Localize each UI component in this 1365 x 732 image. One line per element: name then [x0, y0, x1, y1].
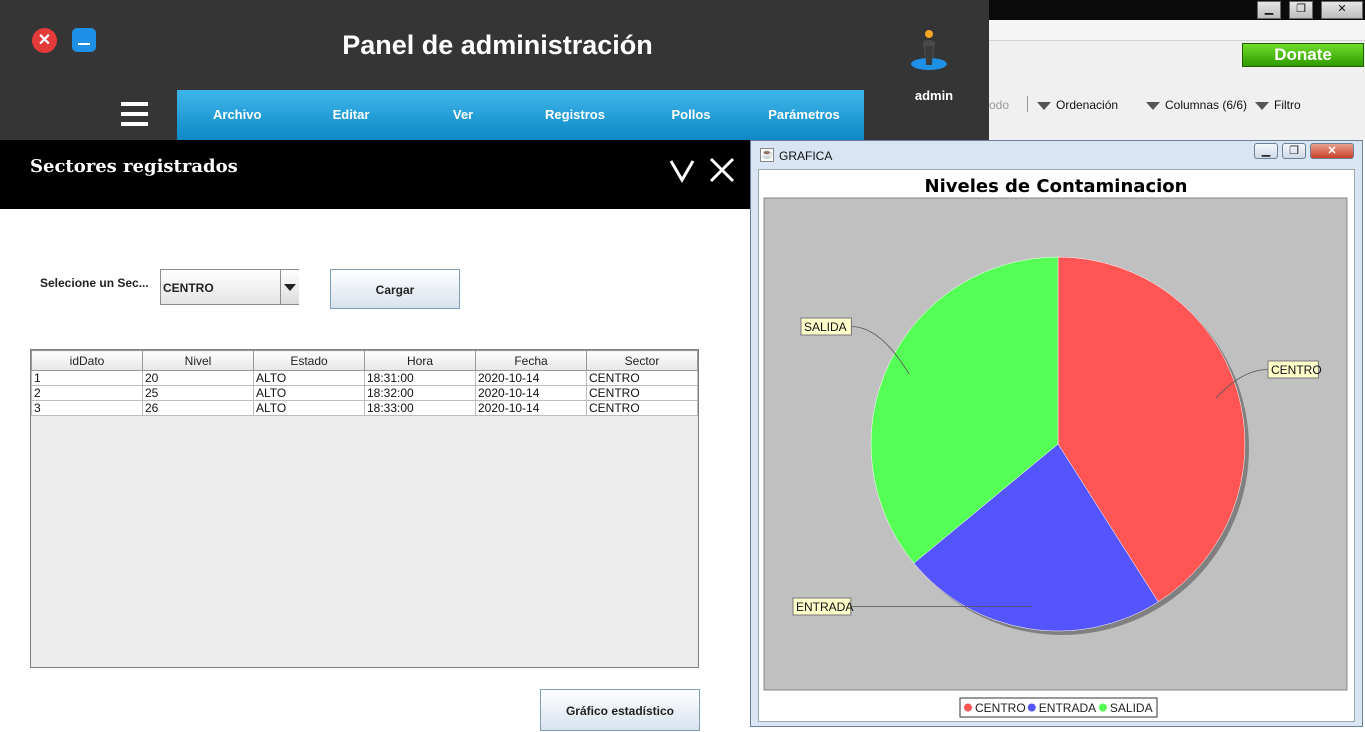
slice-label: CENTRO [1271, 363, 1322, 377]
background-view-toolbar: odo Ordenación Columnas (6/6) Filtro [989, 92, 1365, 116]
chevron-down-icon [1146, 102, 1160, 110]
load-button[interactable]: Cargar [330, 269, 460, 309]
table-cell: 3 [32, 401, 143, 416]
column-header[interactable]: Fecha [476, 351, 587, 371]
table-cell: 25 [143, 386, 254, 401]
sort-menu[interactable]: Ordenación [1037, 98, 1118, 112]
dropdown-arrow[interactable] [280, 270, 299, 304]
columns-menu-label: Columnas (6/6) [1165, 98, 1247, 112]
table-cell: 26 [143, 401, 254, 416]
chevron-down-icon [1255, 102, 1269, 110]
table-cell: 20 [143, 371, 254, 386]
legend-label: ENTRADA [1039, 701, 1096, 715]
app-header: ✕ Panel de administración admin Archivo … [0, 0, 989, 140]
menu-item-archivo[interactable]: Archivo [213, 107, 261, 122]
table-cell: 1 [32, 371, 143, 386]
chart-title: Niveles de Contaminacion [925, 176, 1188, 197]
user-avatar-icon[interactable] [909, 28, 949, 72]
sector-select-label: Selecione un Sec... [40, 276, 149, 290]
sector-select-value: CENTRO [163, 281, 214, 295]
background-window-titlebar: ▁ ❐ ✕ [989, 0, 1365, 20]
menu-item-editar[interactable]: Editar [327, 107, 375, 122]
bg-close-button[interactable]: ✕ [1321, 1, 1363, 19]
column-header[interactable]: Estado [254, 351, 365, 371]
table-cell: 2 [32, 386, 143, 401]
chart-legend: CENTRO ENTRADA SALIDA [960, 698, 1157, 717]
column-header[interactable]: idDato [32, 351, 143, 371]
chart-window: ☕ GRAFICA ▁ ❐ ✕ Niveles de Contaminacion… [750, 140, 1363, 727]
slice-label: ENTRADA [796, 600, 853, 614]
close-section-icon[interactable] [708, 156, 736, 184]
sector-select[interactable]: CENTRO [160, 269, 299, 305]
table-cell: CENTRO [587, 401, 698, 416]
stats-chart-button[interactable]: Gráfico estadístico [540, 689, 700, 731]
legend-swatch [964, 704, 972, 712]
menu-item-registros[interactable]: Registros [543, 107, 607, 122]
table-cell: ALTO [254, 371, 365, 386]
background-toolbar-strip [989, 20, 1365, 41]
chart-window-title: GRAFICA [779, 149, 832, 163]
table-cell: 2020-10-14 [476, 401, 587, 416]
chevron-down-icon [1037, 102, 1051, 110]
hamburger-menu-icon[interactable] [121, 102, 148, 126]
chart-minimize-button[interactable]: ▁ [1254, 143, 1278, 159]
data-table-container: idDato Nivel Estado Hora Fecha Sector 1 … [30, 349, 699, 668]
user-name: admin [895, 88, 973, 103]
table-cell: 2020-10-14 [476, 371, 587, 386]
java-app-icon: ☕ [760, 148, 774, 162]
section-title: Sectores registrados [30, 156, 238, 177]
partial-toolbar-label: odo [989, 98, 1009, 112]
page-title: Panel de administración [0, 30, 995, 61]
background-window: ▁ ❐ ✕ Donate odo Ordenación Columnas (6/… [989, 0, 1365, 140]
menu-item-parametros[interactable]: Parámetros [763, 107, 845, 122]
columns-menu[interactable]: Columnas (6/6) [1146, 98, 1247, 112]
table-row[interactable]: 1 20 ALTO 18:31:00 2020-10-14 CENTRO [32, 371, 698, 386]
bg-maximize-button[interactable]: ❐ [1289, 1, 1313, 19]
column-header[interactable]: Sector [587, 351, 698, 371]
toolbar-separator [1027, 96, 1028, 112]
chart-panel: Niveles de Contaminacion CENTRO ENTRADA SA… [758, 169, 1355, 722]
donate-button[interactable]: Donate [1242, 43, 1364, 67]
table-cell: 18:33:00 [365, 401, 476, 416]
table-cell: ALTO [254, 401, 365, 416]
table-row[interactable]: 3 26 ALTO 18:33:00 2020-10-14 CENTRO [32, 401, 698, 416]
table-cell: 18:32:00 [365, 386, 476, 401]
slice-label: SALIDA [804, 320, 847, 334]
filter-menu[interactable]: Filtro [1255, 98, 1301, 112]
table-cell: CENTRO [587, 371, 698, 386]
chart-maximize-button[interactable]: ❐ [1282, 143, 1306, 159]
table-cell: ALTO [254, 386, 365, 401]
menu-item-ver[interactable]: Ver [443, 107, 483, 122]
section-header: Sectores registrados [0, 140, 760, 209]
menu-item-pollos[interactable]: Pollos [667, 107, 715, 122]
legend-swatch [1028, 704, 1036, 712]
filter-menu-label: Filtro [1274, 98, 1301, 112]
table-cell: CENTRO [587, 386, 698, 401]
collapse-chevron-icon[interactable] [668, 156, 696, 184]
table-cell: 2020-10-14 [476, 386, 587, 401]
data-table: idDato Nivel Estado Hora Fecha Sector 1 … [31, 350, 698, 416]
menu-bar: Archivo Editar Ver Registros Pollos Pará… [177, 90, 864, 140]
column-header[interactable]: Nivel [143, 351, 254, 371]
bg-minimize-button[interactable]: ▁ [1257, 1, 1281, 19]
chevron-down-icon [284, 284, 296, 291]
pie-chart: Niveles de Contaminacion CENTRO ENTRADA SA… [759, 170, 1354, 721]
legend-label: CENTRO [975, 701, 1026, 715]
chart-close-button[interactable]: ✕ [1310, 143, 1354, 159]
table-header-row: idDato Nivel Estado Hora Fecha Sector [32, 351, 698, 371]
table-row[interactable]: 2 25 ALTO 18:32:00 2020-10-14 CENTRO [32, 386, 698, 401]
column-header[interactable]: Hora [365, 351, 476, 371]
sort-menu-label: Ordenación [1056, 98, 1118, 112]
legend-swatch [1099, 704, 1107, 712]
legend-label: SALIDA [1110, 701, 1153, 715]
table-cell: 18:31:00 [365, 371, 476, 386]
